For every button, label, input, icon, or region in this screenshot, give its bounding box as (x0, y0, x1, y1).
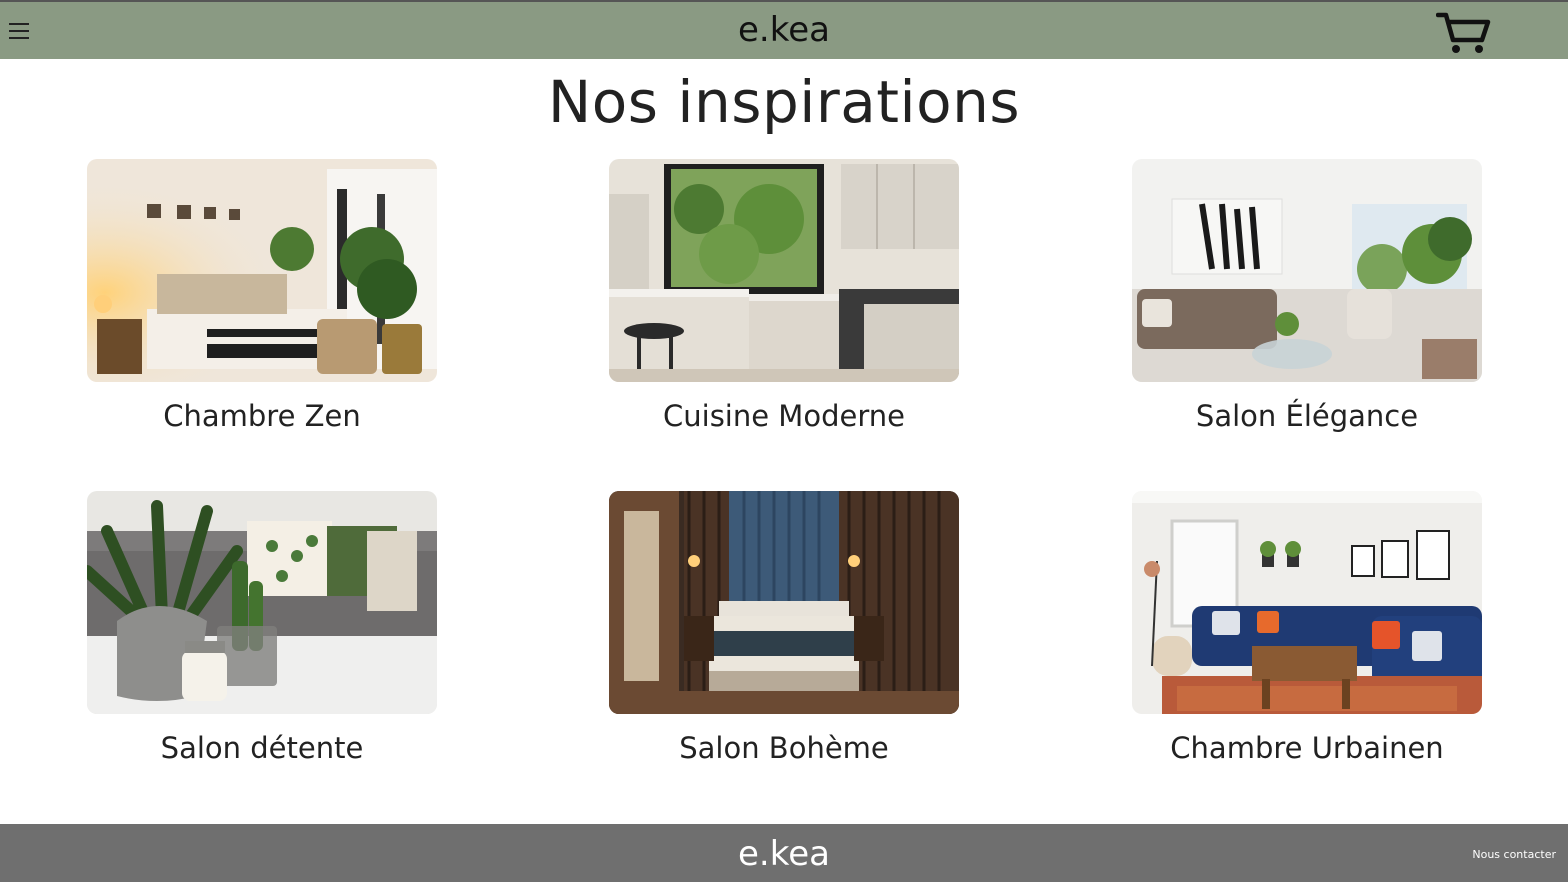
shopping-cart-icon[interactable] (1435, 10, 1492, 56)
kitchen-photo (609, 159, 959, 382)
living-room-blue-sofa-photo (1132, 491, 1482, 714)
footer: e.kea Nous contacter (0, 824, 1568, 882)
inspiration-card-salon-detente[interactable]: Salon détente (87, 491, 437, 765)
inspiration-card-chambre-urbainen[interactable]: Chambre Urbainen (1132, 491, 1482, 765)
inspiration-card-salon-boheme[interactable]: Salon Bohème (609, 491, 959, 765)
card-label: Chambre Urbainen (1170, 731, 1444, 765)
bedroom-dark-photo (609, 491, 959, 714)
card-label: Salon Élégance (1195, 399, 1419, 433)
living-room-plants-photo (87, 491, 437, 714)
inspiration-card-salon-elegance[interactable]: Salon Élégance (1132, 159, 1482, 433)
bedroom-photo (87, 159, 437, 382)
card-label: Salon Bohème (679, 731, 889, 765)
card-label: Salon détente (160, 731, 364, 765)
hamburger-menu-icon[interactable] (8, 20, 30, 42)
brand-link[interactable]: e.kea (738, 10, 830, 50)
page-title: Nos inspirations (547, 68, 1021, 136)
brand-logo-text: e.kea (0, 10, 1568, 50)
footer-brand: e.kea (738, 834, 830, 874)
contact-link[interactable]: Nous contacter (1472, 848, 1556, 861)
top-navbar: e.kea (0, 0, 1568, 59)
living-room-photo (1132, 159, 1482, 382)
inspiration-card-chambre-zen[interactable]: Chambre Zen (87, 159, 437, 433)
inspiration-card-cuisine-moderne[interactable]: Cuisine Moderne (609, 159, 959, 433)
card-label: Cuisine Moderne (663, 399, 905, 433)
card-label: Chambre Zen (163, 399, 361, 433)
